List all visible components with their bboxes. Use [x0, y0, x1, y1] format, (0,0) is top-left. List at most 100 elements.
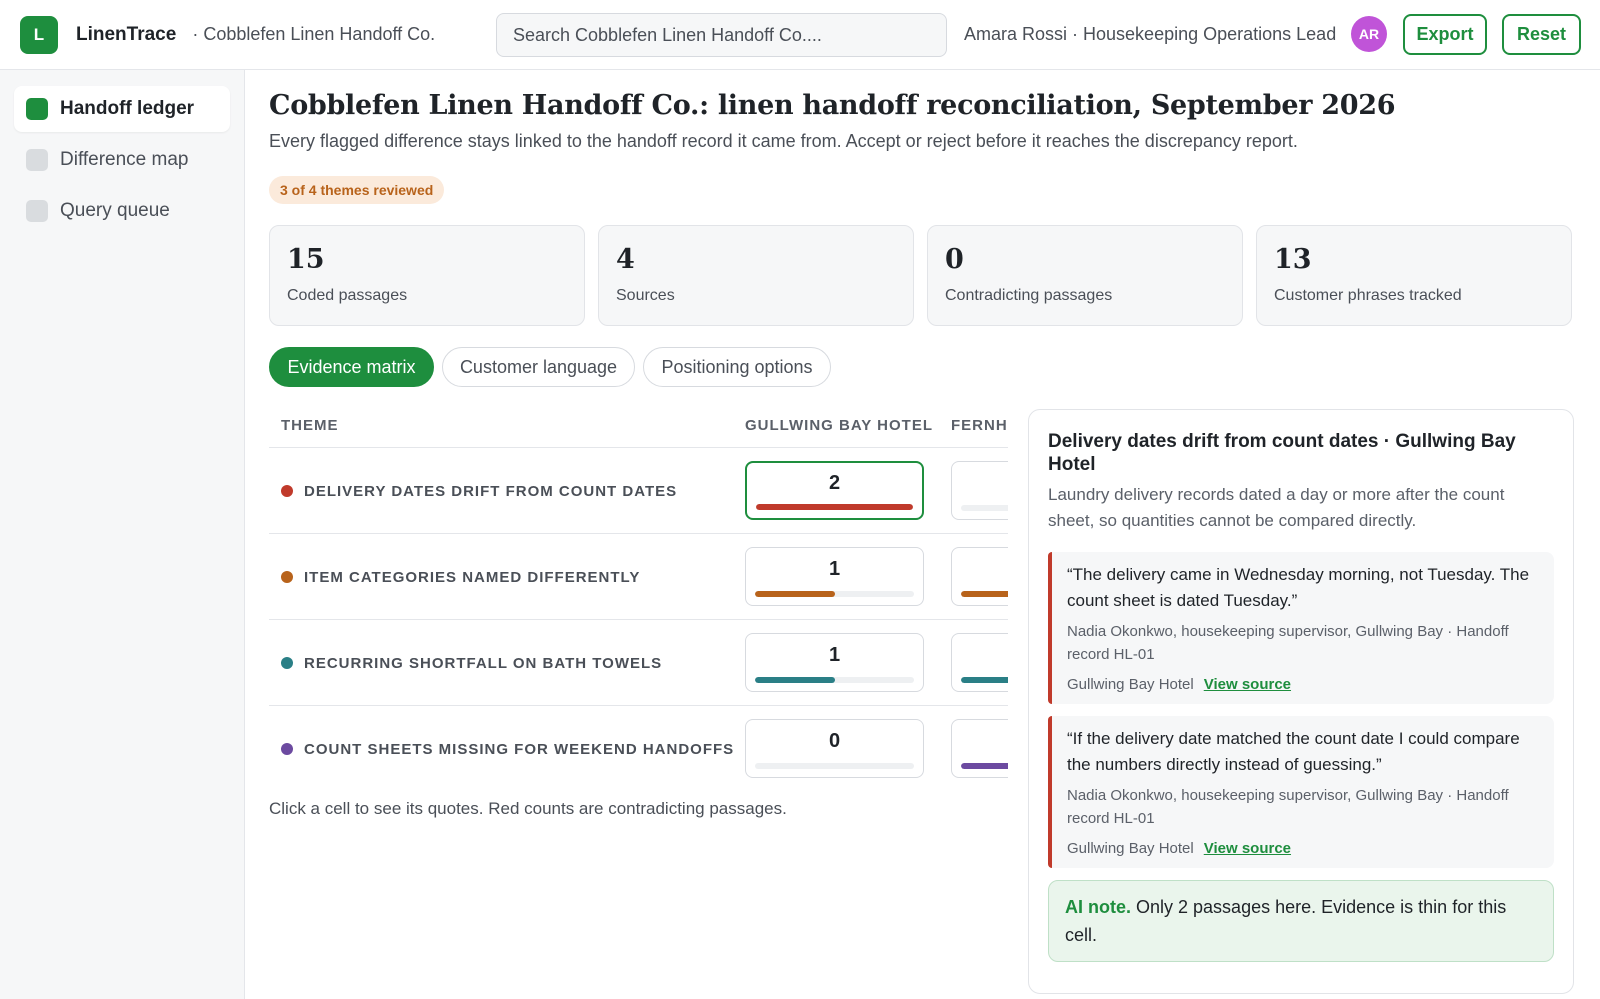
matrix-cell[interactable]: 0 [951, 461, 1008, 520]
user-name: Amara Rossi · Housekeeping Operations Le… [964, 24, 1337, 44]
ledger-icon [26, 98, 48, 120]
avatar[interactable]: AR [1351, 16, 1387, 52]
tab-positioning-options[interactable]: Positioning options [643, 347, 831, 387]
matrix-cell[interactable]: 0 [745, 719, 924, 778]
theme-label: DELIVERY DATES DRIFT FROM COUNT DATES [281, 448, 677, 534]
reset-button[interactable]: Reset [1502, 14, 1581, 55]
sidebar-item-difference-map[interactable]: Difference map [14, 137, 230, 183]
quote-attribution: Nadia Okonkwo, housekeeping supervisor, … [1067, 787, 1509, 827]
cell-count: 2 [828, 472, 841, 494]
table-row: RECURRING SHORTFALL ON BATH TOWELS 1 2 [269, 620, 1008, 706]
stat-label: Sources [616, 287, 675, 304]
map-icon [26, 149, 48, 171]
stat-value: 0 [945, 244, 964, 275]
theme-name: RECURRING SHORTFALL ON BATH TOWELS [304, 654, 663, 672]
org-name: · Cobblefen Linen Handoff Co. [192, 24, 436, 44]
search-input[interactable]: Search Cobblefen Linen Handoff Co.... [496, 13, 947, 57]
theme-name: COUNT SHEETS MISSING FOR WEEKEND HANDOFF… [304, 740, 735, 758]
quote-source: Gullwing Bay Hotel [1067, 676, 1194, 693]
matrix-cell[interactable]: 1 [745, 547, 924, 606]
table-row: DELIVERY DATES DRIFT FROM COUNT DATES 2 … [269, 448, 1008, 534]
ai-note-text: Only 2 passages here. Evidence is thin f… [1065, 897, 1507, 945]
evidence-matrix: THEME GULLWING BAY HOTEL FERNHOLT SUITES… [269, 403, 1008, 788]
theme-color-dot [281, 743, 293, 755]
sidebar-item-handoff-ledger[interactable]: Handoff ledger [14, 86, 230, 132]
theme-name: ITEM CATEGORIES NAMED DIFFERENTLY [304, 568, 641, 586]
theme-label: COUNT SHEETS MISSING FOR WEEKEND HANDOFF… [281, 706, 734, 788]
detail-title: Delivery dates drift from count dates · … [1048, 431, 1516, 475]
cell-count: 2 [952, 644, 1008, 667]
queue-icon [26, 200, 48, 222]
cell-bar [961, 763, 1008, 769]
cell-bar [756, 504, 913, 510]
stat-label: Coded passages [287, 287, 408, 304]
sidebar-item-label: Query queue [60, 200, 170, 221]
table-row: ITEM CATEGORIES NAMED DIFFERENTLY 1 2 [269, 534, 1008, 620]
matrix-cell[interactable]: 1 [745, 633, 924, 692]
page-subtitle: Every flagged difference stays linked to… [269, 131, 1298, 151]
review-status-badge: 3 of 4 themes reviewed [269, 176, 445, 204]
cell-count: 2 [952, 730, 1008, 753]
export-button[interactable]: Export [1403, 14, 1487, 55]
theme-color-dot [281, 571, 293, 583]
quote-attribution: Nadia Okonkwo, housekeeping supervisor, … [1067, 623, 1509, 663]
theme-label: ITEM CATEGORIES NAMED DIFFERENTLY [281, 534, 640, 620]
matrix-cell[interactable]: 2 [951, 719, 1008, 778]
theme-column-header: THEME [281, 416, 339, 434]
quote-footer: Gullwing Bay Hotel View source [1067, 840, 1538, 857]
quote-source: Gullwing Bay Hotel [1067, 840, 1194, 857]
stat-value: 4 [616, 244, 635, 275]
stat-value: 15 [287, 244, 325, 275]
cell-count: 1 [828, 644, 841, 666]
cell-bar [755, 591, 914, 597]
tab-evidence-matrix[interactable]: Evidence matrix [269, 347, 434, 387]
column-header-fernholt: FERNHOLT SUITES [951, 416, 1008, 434]
cell-bar [961, 505, 1008, 511]
table-row: COUNT SHEETS MISSING FOR WEEKEND HANDOFF… [269, 706, 1008, 788]
matrix-footnote: Click a cell to see its quotes. Red coun… [269, 799, 787, 818]
quote-footer: Gullwing Bay Hotel View source [1067, 676, 1538, 693]
sidebar: Handoff ledger Difference map Query queu… [0, 70, 245, 999]
app-logo[interactable]: L [20, 15, 58, 54]
stat-label: Contradicting passages [945, 287, 1113, 304]
stat-card-coded-passages: 15 Coded passages [269, 225, 585, 326]
detail-panel: Delivery dates drift from count dates · … [1028, 409, 1574, 994]
quote-card: “The delivery came in Wednesday morning,… [1048, 552, 1554, 704]
theme-color-dot [281, 657, 293, 669]
cell-count: 0 [952, 472, 1008, 495]
ai-note: AI note. Only 2 passages here. Evidence … [1048, 880, 1554, 962]
stat-card-contradicting-passages: 0 Contradicting passages [927, 225, 1243, 326]
view-source-link[interactable]: View source [1204, 840, 1291, 857]
tab-customer-language[interactable]: Customer language [442, 347, 635, 387]
detail-description: Laundry delivery records dated a day or … [1048, 485, 1505, 530]
stat-label: Customer phrases tracked [1274, 287, 1462, 304]
matrix-cell[interactable]: 2 [951, 633, 1008, 692]
sidebar-item-label: Handoff ledger [60, 98, 195, 119]
theme-label: RECURRING SHORTFALL ON BATH TOWELS [281, 620, 662, 706]
theme-name: DELIVERY DATES DRIFT FROM COUNT DATES [304, 482, 678, 500]
theme-color-dot [281, 485, 293, 497]
matrix-cell[interactable]: 2 [745, 461, 924, 520]
sidebar-item-label: Difference map [60, 149, 189, 170]
view-source-link[interactable]: View source [1204, 676, 1291, 693]
main-content: Cobblefen Linen Handoff Co.: linen hando… [245, 70, 1600, 999]
app-name: LinenTrace [76, 23, 177, 45]
stat-card-customer-phrases: 13 Customer phrases tracked [1256, 225, 1572, 326]
page-title: Cobblefen Linen Handoff Co.: linen hando… [269, 90, 1396, 121]
cell-bar [961, 591, 1008, 597]
cell-bar [755, 763, 914, 769]
cell-count: 0 [828, 730, 841, 752]
cell-count: 2 [952, 558, 1008, 581]
cell-count: 1 [828, 558, 841, 580]
search-placeholder: Search Cobblefen Linen Handoff Co.... [513, 24, 822, 45]
quote-text: “The delivery came in Wednesday morning,… [1067, 565, 1530, 610]
stat-card-sources: 4 Sources [598, 225, 914, 326]
column-header-gullwing: GULLWING BAY HOTEL [745, 416, 934, 434]
matrix-cell[interactable]: 2 [951, 547, 1008, 606]
stat-value: 13 [1274, 244, 1312, 275]
cell-bar [755, 677, 914, 683]
cell-bar [961, 677, 1008, 683]
quote-card: “If the delivery date matched the count … [1048, 716, 1554, 868]
sidebar-item-query-queue[interactable]: Query queue [14, 188, 230, 234]
ai-note-label: AI note. [1065, 897, 1131, 917]
